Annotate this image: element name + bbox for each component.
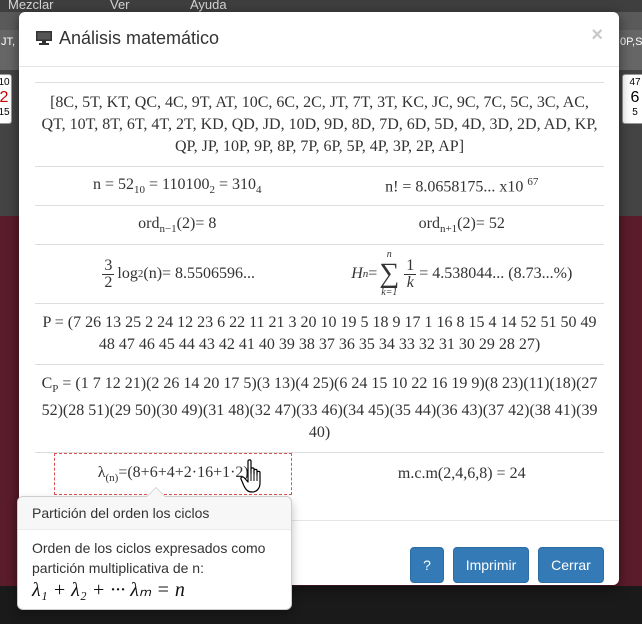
ord-minus-value: (2)= 8 (176, 214, 217, 232)
n-binary: = 110100 (145, 175, 210, 193)
cycles-text: = (1 7 12 21)(2 26 14 20 17 5)(3 13)(4 2… (41, 375, 598, 442)
harmonic-eq: = (368, 265, 378, 282)
menu-ver: Ver (110, 0, 130, 12)
lcm-cell: m.c.m(2,4,6,8) = 24 (320, 465, 605, 483)
factorial-text: n! = 8.0658175... x10 (385, 178, 528, 196)
ord-plus: ordn+1(2)= 52 (320, 215, 605, 235)
ord-minus: ordn−1(2)= 8 (35, 215, 320, 235)
popover-arrow-inner (147, 488, 165, 497)
popover-title: Partición del orden los ciclos (18, 497, 291, 530)
modal-body: [8C, 5T, KT, QC, 4C, 9T, AT, 10C, 6C, 2C… (35, 82, 605, 496)
background-navbar: Mezclar Ver Ayuda (0, 0, 642, 12)
cycles-label: C (41, 375, 53, 392)
n-prefix: n = 52 (93, 175, 135, 193)
lambda-sub: (n) (105, 472, 119, 485)
hand-cursor-icon (240, 459, 261, 493)
ord-plus-sub: n+1 (439, 223, 458, 236)
print-button[interactable]: Imprimir (453, 547, 529, 583)
ord-plus-value: (2)= 52 (457, 214, 505, 232)
sum-bottom: k=1 (381, 287, 398, 298)
n-base4-value: = 310 (214, 175, 256, 193)
log-expression: 32 log 2 (n)= 8.5506596... (35, 256, 320, 291)
deck-text: [8C, 5T, KT, QC, 4C, 9T, AT, 10C, 6C, 2C… (41, 94, 598, 155)
n-base10: 10 (134, 184, 146, 197)
harmonic-denominator: k (406, 273, 414, 291)
cycles-row: CP = (1 7 12 21)(2 26 14 20 17 5)(3 13)(… (35, 364, 604, 452)
order-row: ordn−1(2)= 8 ordn+1(2)= 52 (35, 205, 604, 244)
factorial: n! = 8.0658175... x10 67 (320, 176, 605, 196)
lambda-label: λ (97, 464, 106, 482)
log-denominator: 2 (104, 273, 113, 291)
permutation-row: P = (7 26 13 25 2 24 12 23 6 22 11 21 3 … (35, 303, 604, 364)
log-fraction: 32 (102, 256, 115, 291)
harmonic-value: = 4.538044... (8.73...%) (419, 265, 573, 282)
lambda-cell: λ(n)=(8+6+4+2·16+1·2) (35, 453, 320, 496)
harmonic-h: H (351, 265, 363, 282)
card-left-top: 10 (0, 77, 10, 88)
permutation-text: P = (7 26 13 25 2 24 12 23 6 22 11 21 3 … (42, 314, 597, 353)
menu-ayuda: Ayuda (190, 0, 227, 12)
ord-plus-label: ord (418, 214, 440, 232)
menu-mezclar: Mezclar (8, 0, 54, 12)
popover-content: Orden de los ciclos expresados como part… (18, 530, 291, 608)
factorial-exponent: 67 (527, 175, 539, 188)
lcm-text: m.c.m(2,4,6,8) = 24 (397, 465, 526, 483)
harmonic-expression: Hn = n ∑ k=1 1k = 4.538044... (8.73...%) (320, 249, 605, 299)
log-value: (n)= 8.5506596... (143, 265, 256, 282)
sum-symbol: n ∑ k=1 (379, 249, 399, 299)
sigma: ∑ (379, 258, 400, 289)
log-numerator: 3 (102, 256, 115, 275)
help-button[interactable]: ? (410, 547, 444, 583)
modal-title: Análisis matemático (59, 28, 220, 48)
close-button[interactable]: Cerrar (538, 547, 604, 583)
partition-row: λ(n)=(8+6+4+2·16+1·2) m.c.m(2,4,6,8) = 2… (35, 452, 605, 496)
close-icon[interactable]: × (591, 24, 603, 47)
log-label: log (117, 265, 138, 282)
harmonic-numerator: 1 (404, 256, 417, 275)
card-right-value: 6 (630, 89, 640, 106)
lambda-value: =(8+6+4+2·16+1·2) (118, 464, 249, 482)
card-left-value: 2 (0, 89, 9, 106)
card-right-top: 47 (629, 77, 641, 88)
deck-order: [8C, 5T, KT, QC, 4C, 9T, AT, 10C, 6C, 2C… (35, 82, 604, 166)
card-left-bottom: 15 (0, 107, 10, 118)
monitor-icon (36, 31, 52, 45)
popover-text: Orden de los ciclos expresados como part… (32, 540, 266, 576)
popover-formula: λ₁ + λ₂ + ··· λₘ = n (32, 579, 185, 601)
n-representation: n = 5210 = 1101002 = 3104 (35, 176, 320, 196)
partition-popover: Partición del orden los ciclos Orden de … (17, 487, 292, 610)
size-row: n = 5210 = 1101002 = 3104 n! = 8.0658175… (35, 166, 604, 205)
modal-header: Análisis matemático × (19, 12, 619, 67)
strip-left-text: JT, (1, 36, 16, 48)
n-base4: 4 (256, 184, 262, 197)
ord-minus-sub: n−1 (159, 223, 177, 236)
background-card-left: 10 2 15 (0, 74, 12, 124)
strip-right-text: 0P,S (620, 36, 642, 48)
ord-minus-label: ord (138, 214, 160, 232)
card-right-bottom: 5 (632, 107, 638, 118)
background-card-right: 47 6 5 (622, 74, 642, 124)
log-harmonic-row: 32 log 2 (n)= 8.5506596... Hn = n ∑ k=1 1k… (35, 244, 604, 303)
harmonic-fraction: 1k (404, 256, 417, 291)
